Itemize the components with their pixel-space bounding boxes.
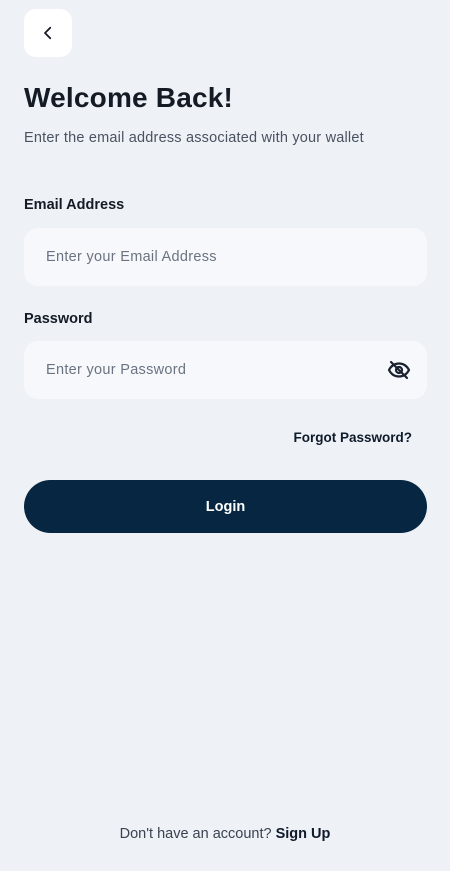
login-screen: Welcome Back! Enter the email address as…	[0, 0, 450, 871]
forgot-password-link[interactable]: Forgot Password?	[293, 430, 412, 445]
page-subtitle: Enter the email address associated with …	[24, 130, 364, 146]
password-field-container	[24, 341, 427, 399]
email-field-container	[24, 228, 427, 286]
email-label: Email Address	[24, 197, 125, 213]
password-input[interactable]	[46, 362, 405, 378]
password-label: Password	[24, 311, 93, 327]
signup-prompt-text: Don't have an account?	[119, 826, 272, 842]
page-title: Welcome Back!	[24, 82, 234, 113]
signup-link[interactable]: Sign Up	[276, 826, 331, 842]
eye-off-icon[interactable]	[387, 358, 411, 382]
back-button[interactable]	[24, 9, 72, 57]
signup-prompt: Don't have an account? Sign Up	[0, 826, 450, 842]
email-input[interactable]	[46, 249, 405, 265]
chevron-left-icon	[44, 26, 52, 40]
login-button[interactable]: Login	[24, 480, 427, 533]
